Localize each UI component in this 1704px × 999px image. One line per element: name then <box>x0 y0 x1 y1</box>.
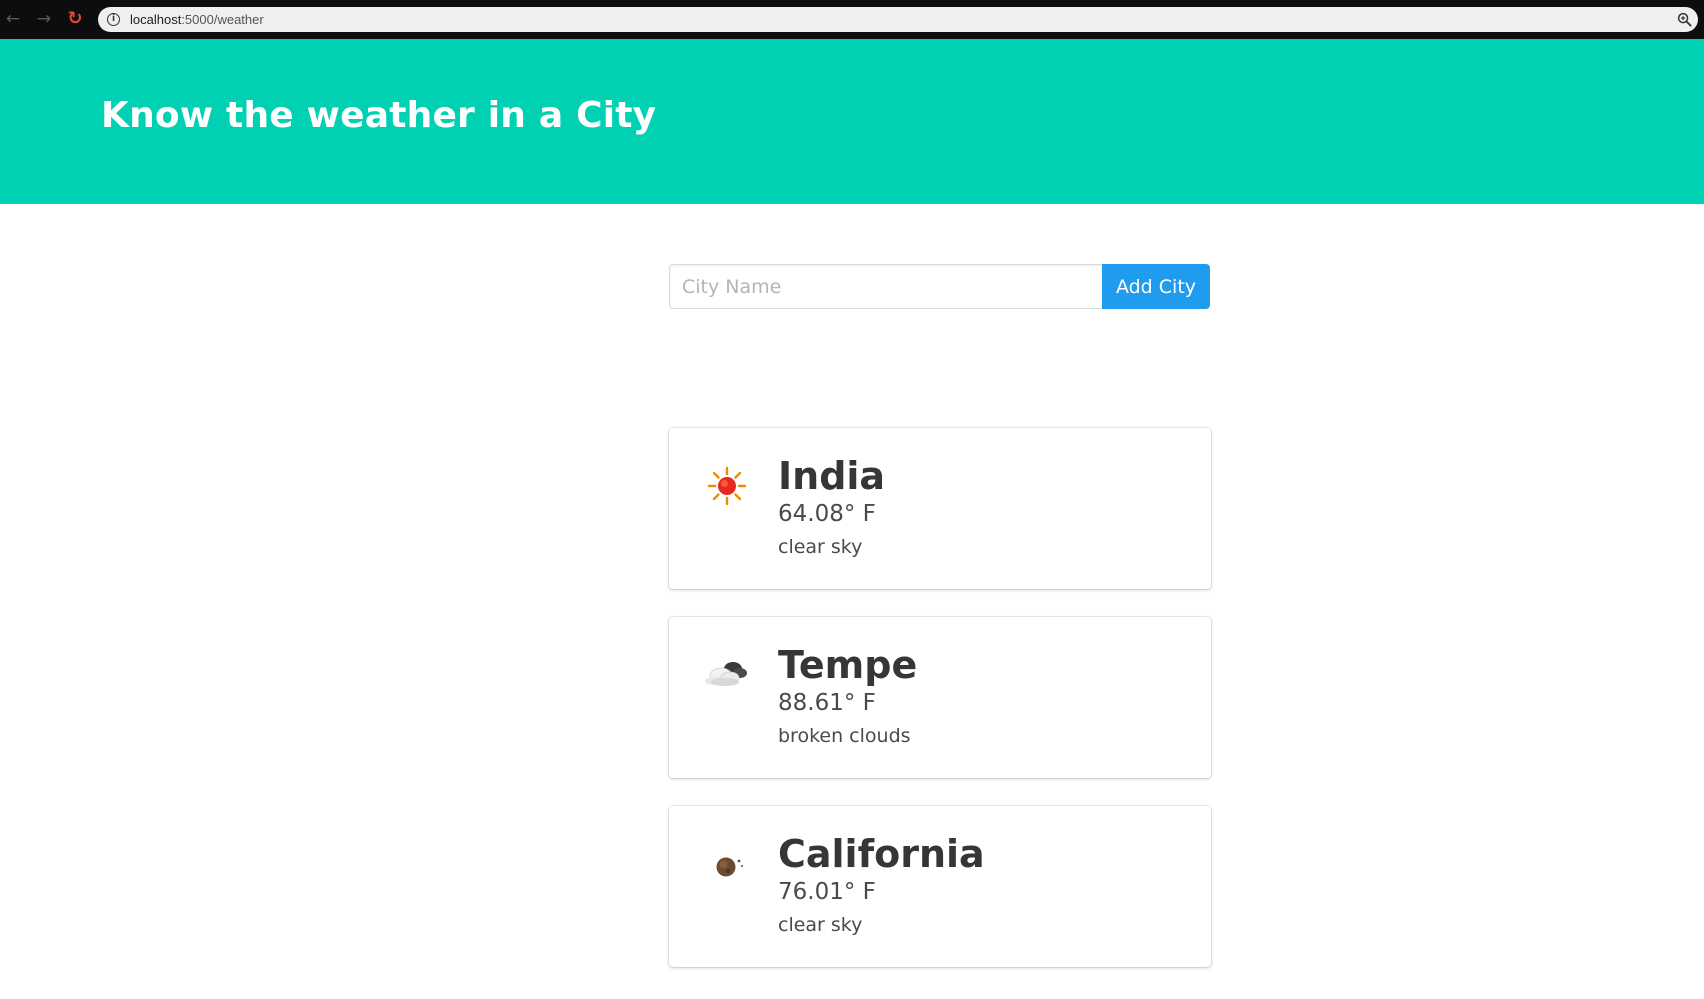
hero-banner: Know the weather in a City <box>0 39 1704 204</box>
temperature: 76.01° F <box>778 878 876 905</box>
back-arrow-icon[interactable]: ← <box>2 8 24 30</box>
weather-card-body: California 76.01° F clear sky <box>778 832 985 938</box>
city-name: California <box>778 832 985 876</box>
info-icon[interactable]: i <box>107 13 120 26</box>
weather-description: broken clouds <box>778 724 911 747</box>
broken-clouds-icon <box>705 662 747 686</box>
clear-sky-night-icon <box>716 857 743 877</box>
weather-description: clear sky <box>778 535 863 558</box>
city-name-input[interactable] <box>669 264 1102 309</box>
weather-card-india: India 64.08° F clear sky <box>669 428 1211 589</box>
address-bar[interactable]: i localhost:5000/weather <box>98 7 1698 32</box>
reload-icon[interactable]: ↻ <box>64 8 86 30</box>
sun-icon <box>707 466 747 506</box>
city-name: Tempe <box>778 643 918 687</box>
weather-card-body: Tempe 88.61° F broken clouds <box>778 643 918 749</box>
weather-card-tempe: Tempe 88.61° F broken clouds <box>669 617 1211 778</box>
page-title: Know the weather in a City <box>101 95 657 136</box>
temperature: 64.08° F <box>778 500 876 527</box>
temperature: 88.61° F <box>778 689 876 716</box>
weather-card-body: India 64.08° F clear sky <box>778 454 886 560</box>
add-city-button[interactable]: Add City <box>1102 264 1210 309</box>
url-text[interactable]: localhost:5000/weather <box>130 12 264 27</box>
add-city-form: Add City <box>669 264 1210 309</box>
weather-description: clear sky <box>778 913 863 936</box>
url-path: :5000/weather <box>181 12 264 27</box>
browser-toolbar: ← → ↻ i localhost:5000/weather <box>0 0 1704 39</box>
zoom-icon[interactable] <box>1677 12 1692 27</box>
city-name: India <box>778 454 886 498</box>
weather-card-california: California 76.01° F clear sky <box>669 806 1211 967</box>
forward-arrow-icon[interactable]: → <box>33 8 55 30</box>
url-host: localhost <box>130 12 182 27</box>
